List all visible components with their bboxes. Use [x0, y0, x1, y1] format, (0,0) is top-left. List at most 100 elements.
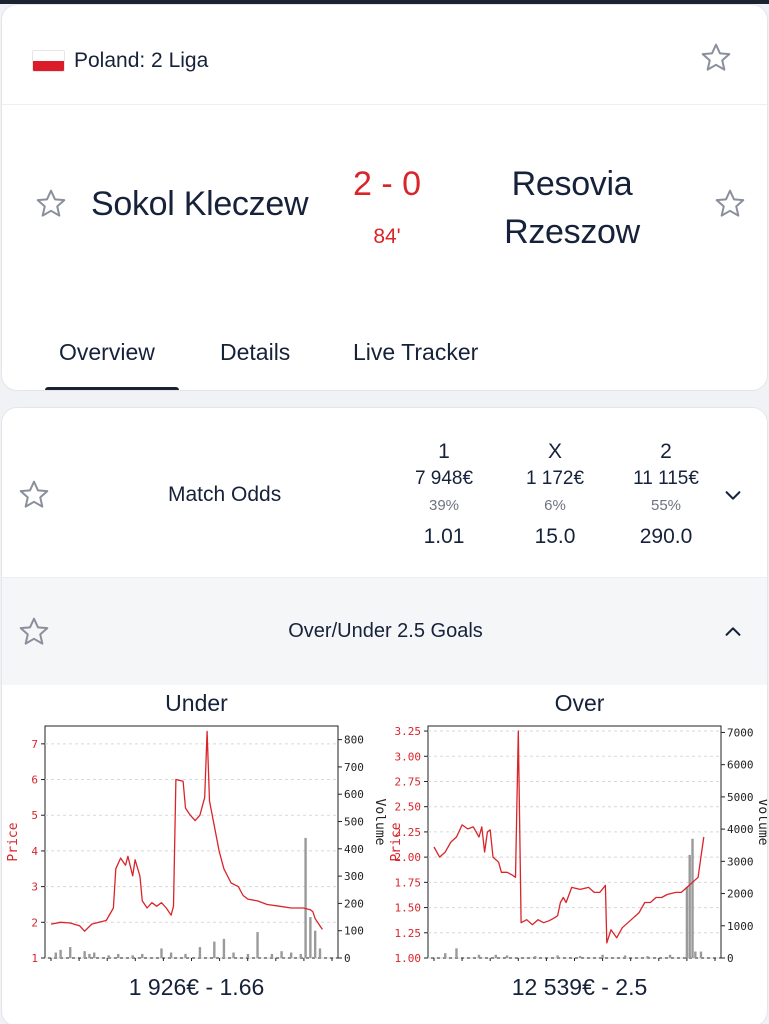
y-tick-label: 3: [31, 881, 38, 894]
volume-bar: [601, 954, 604, 958]
chevron-up-icon[interactable]: [722, 621, 744, 643]
away-team-name[interactable]: Resovia Rzeszow: [482, 160, 662, 256]
odds-volume: 7 948€: [414, 468, 474, 489]
volume-bar: [646, 956, 649, 958]
volume-bar: [455, 948, 458, 958]
volume-bar: [169, 952, 173, 958]
odds-price: 1.01: [423, 525, 465, 548]
y2-tick-label: 5000: [727, 791, 754, 804]
y2-tick-label: 600: [344, 788, 364, 801]
y-tick-label: 1.00: [395, 952, 422, 965]
volume-bar: [668, 954, 672, 958]
away-team-name-line2: Rzeszow: [504, 213, 640, 251]
y-tick-label: 4: [31, 845, 38, 858]
poland-flag-icon: [32, 50, 65, 72]
odds-header: X: [547, 440, 562, 463]
chart-title: Under: [165, 690, 228, 716]
odds-column-draw[interactable]: X 1 172€ 6% 15.0: [495, 440, 615, 549]
plot-frame: [427, 725, 722, 959]
volume-bar: [69, 947, 72, 958]
chevron-down-icon[interactable]: [722, 484, 744, 506]
volume-bar: [444, 953, 447, 958]
volume-bar: [299, 953, 302, 958]
price-line: [433, 730, 705, 944]
volume-bar: [699, 951, 703, 958]
match-minute: 84': [373, 225, 401, 248]
y-tick-label: 1.75: [395, 876, 422, 889]
y2-tick-label: 0: [344, 952, 351, 965]
volume-bar: [688, 854, 691, 958]
chart-caption: 1 926€ - 1.66: [128, 974, 265, 1000]
league-name[interactable]: Poland: 2 Liga: [74, 49, 208, 73]
volume-bar: [88, 953, 91, 958]
volume-bar: [160, 948, 163, 958]
volume-bar: [232, 952, 235, 958]
volume-bar: [213, 941, 216, 958]
favorite-market-star-icon[interactable]: [17, 478, 51, 512]
y2-tick-label: 3000: [727, 855, 754, 868]
volume-bar: [556, 955, 559, 958]
odds-percent: 39%: [428, 497, 460, 514]
volume-bar: [477, 954, 481, 958]
home-team-name[interactable]: Sokol Kleczew: [91, 185, 309, 224]
y2-axis-label: Volume: [755, 799, 768, 846]
y-tick-label: 1.50: [395, 902, 422, 915]
odds-column-home[interactable]: 1 7 948€ 39% 1.01: [384, 440, 504, 549]
chart-title: Over: [554, 690, 605, 716]
y-tick-label: 5: [31, 809, 38, 822]
markets-card: Match Odds 1 7 948€ 39% 1.01 X 1 172€ 6%…: [1, 407, 768, 1024]
tab-live-tracker[interactable]: Live Tracker: [353, 339, 478, 366]
market-row-match-odds[interactable]: Match Odds 1 7 948€ 39% 1.01 X 1 172€ 6%…: [2, 408, 767, 578]
y-tick-label: 3.25: [395, 725, 422, 738]
chart-caption: 12 539€ - 2.5: [511, 974, 648, 1000]
y2-tick-label: 800: [344, 734, 364, 747]
match-score: 2 - 0: [352, 165, 422, 203]
volume-bar: [184, 953, 187, 958]
volume-bar: [578, 956, 582, 958]
volume-bar: [141, 953, 144, 958]
price-line: [50, 730, 323, 932]
odds-volume: 11 115€: [633, 468, 699, 489]
y2-tick-label: 0: [727, 952, 734, 965]
chart-under-plot: 1 2 3 4 5 6 7 0 100 200 300 400 500 600 700 800 Price Vol…: [6, 725, 387, 965]
volume-bar: [505, 955, 509, 958]
volume-bar: [280, 951, 283, 958]
tab-overview[interactable]: Overview: [59, 339, 155, 366]
y-tick-label: 2.50: [395, 801, 422, 814]
favorite-away-team-star-icon[interactable]: [713, 187, 747, 221]
chart-under: Under 1 2 3 4 5 6 7 0 100 200 300 400 500 600 700 800 Pr…: [5, 686, 388, 1016]
favorite-home-team-star-icon[interactable]: [34, 187, 68, 221]
y2-tick-label: 2000: [727, 888, 754, 901]
volume-bar: [59, 949, 62, 958]
odds-header: 2: [660, 440, 672, 463]
league-row[interactable]: Poland: 2 Liga: [2, 5, 767, 105]
volume-bar: [131, 955, 134, 958]
tab-details[interactable]: Details: [220, 339, 290, 366]
y2-tick-label: 100: [344, 925, 364, 938]
volume-bar: [256, 932, 259, 958]
volume-bar: [93, 952, 96, 958]
y2-tick-label: 6000: [727, 759, 754, 772]
y2-tick-label: 700: [344, 761, 364, 774]
y2-tick-label: 4000: [727, 823, 754, 836]
active-tab-indicator: [45, 387, 179, 390]
favorite-league-star-icon[interactable]: [699, 41, 733, 75]
volume-bar: [198, 947, 202, 958]
y2-tick-label: 500: [344, 816, 364, 829]
volume-bar: [691, 838, 694, 958]
volume-bar: [83, 951, 86, 958]
volume-bar: [222, 938, 226, 958]
volume-bar: [309, 917, 312, 958]
away-team-name-line1: Resovia: [511, 165, 633, 203]
volume-bar: [533, 956, 537, 958]
odds-percent: 6%: [544, 497, 566, 514]
y-tick-label: 1.25: [395, 927, 422, 940]
volume-bar: [246, 953, 250, 958]
volume-bar: [54, 952, 58, 958]
volume-bar: [289, 952, 293, 958]
volume-bar: [623, 955, 627, 958]
odds-column-away[interactable]: 2 11 115€ 55% 290.0: [606, 440, 726, 549]
odds-volume: 1 172€: [525, 468, 585, 489]
volume-bar: [318, 948, 322, 958]
market-row-over-under[interactable]: Over/Under 2.5 Goals: [2, 578, 767, 685]
